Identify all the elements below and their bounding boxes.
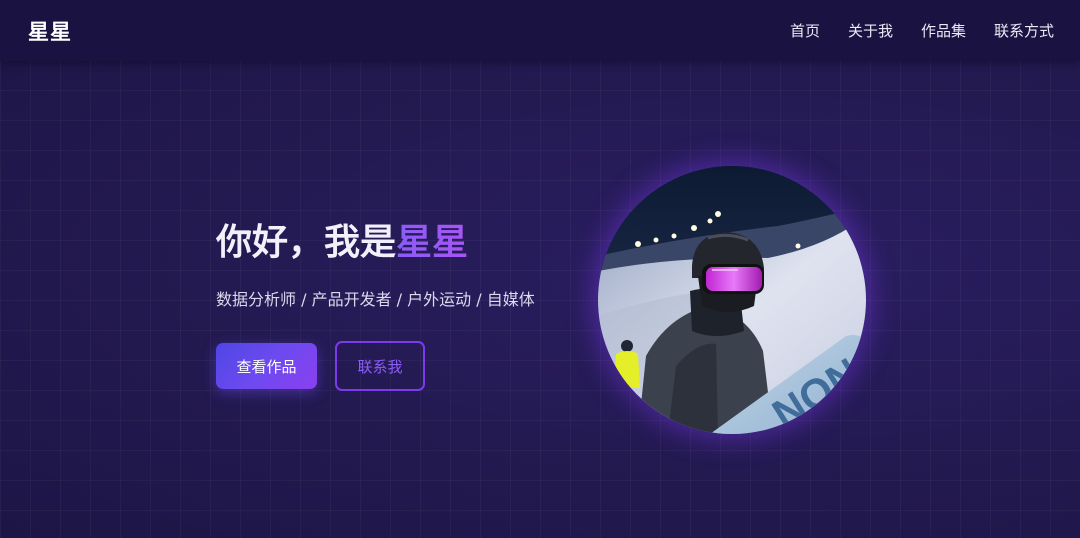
avatar: NON <box>598 166 866 434</box>
nav-item-about[interactable]: 关于我 <box>848 20 893 41</box>
nav-item-home[interactable]: 首页 <box>790 20 820 41</box>
hero-buttons: 查看作品 联系我 <box>216 341 576 391</box>
hero-title-name: 星星 <box>396 222 469 263</box>
nav-item-portfolio[interactable]: 作品集 <box>921 20 966 41</box>
nav-links: 首页 关于我 作品集 联系方式 <box>762 20 1054 41</box>
hero-subtitle: 数据分析师 / 产品开发者 / 户外运动 / 自媒体 <box>216 290 535 309</box>
hero-title: 你好，我是星星 <box>216 218 576 268</box>
view-works-button[interactable]: 查看作品 <box>216 343 317 389</box>
hero-title-prefix: 你好，我是 <box>216 222 397 263</box>
contact-me-button[interactable]: 联系我 <box>335 341 425 391</box>
nav-item-contact[interactable]: 联系方式 <box>994 20 1054 41</box>
snowboarder-photo-icon: NON <box>598 166 866 434</box>
navbar: 星星 首页 关于我 作品集 联系方式 <box>0 0 1080 61</box>
hero-section: 你好，我是星星 数据分析师 / 产品开发者 / 户外运动 / 自媒体 查看作品 … <box>216 218 576 391</box>
page: 星星 首页 关于我 作品集 联系方式 你好，我是星星 数据分析师 / 产品开发者… <box>0 0 1080 538</box>
site-logo[interactable]: 星星 <box>28 16 72 46</box>
